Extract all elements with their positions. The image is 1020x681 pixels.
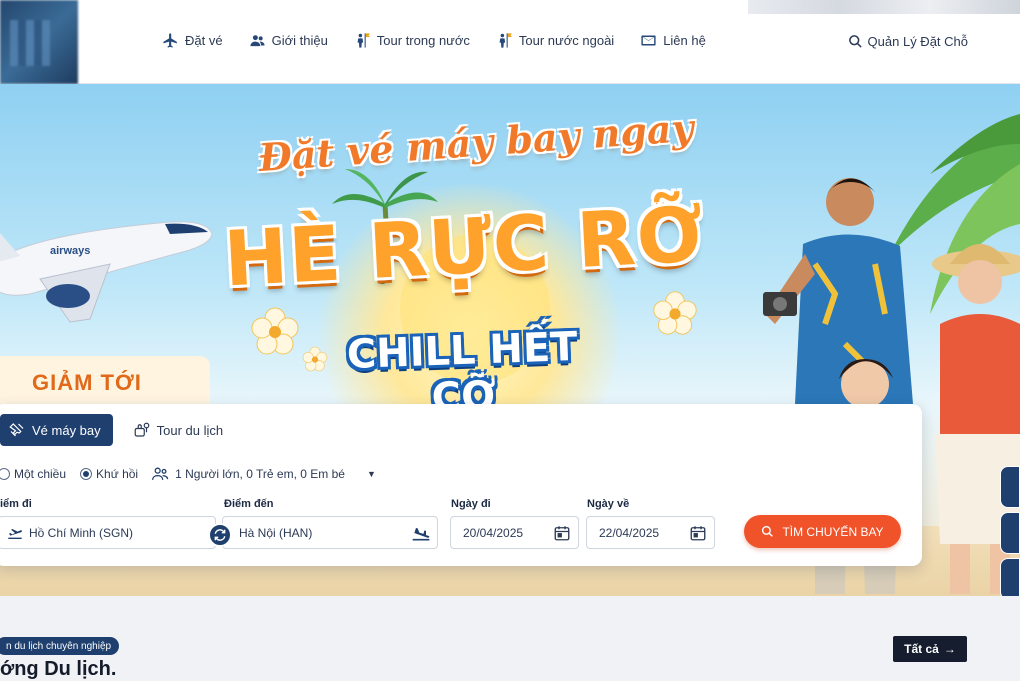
flower-icon bbox=[251, 307, 299, 355]
radio-mot-chieu[interactable]: Một chiều bbox=[0, 467, 66, 481]
nav-item-gioi-thieu[interactable]: Giới thiệu bbox=[249, 32, 328, 49]
depart-date-field[interactable]: 20/04/2025 bbox=[450, 516, 579, 549]
see-all-button[interactable]: Tất cả → bbox=[893, 636, 967, 662]
plane-ticket-icon bbox=[9, 423, 24, 437]
main-nav: Đặt vé Giới thiệu Tour trong nước Tour n… bbox=[162, 32, 706, 49]
to-value: Hà Nội (HAN) bbox=[239, 525, 313, 540]
nav-label: Đặt vé bbox=[185, 33, 223, 48]
radio-button[interactable] bbox=[0, 467, 10, 480]
blurred-browser-area bbox=[748, 0, 1020, 14]
tab-tour-du-lich[interactable]: Tour du lịch bbox=[125, 414, 235, 446]
svg-text:airways: airways bbox=[50, 245, 90, 257]
banner-headline-top: Đặt vé máy bay ngay bbox=[257, 104, 695, 181]
person-flag-icon bbox=[357, 33, 370, 48]
return-value: 22/04/2025 bbox=[599, 525, 660, 540]
flower-icon bbox=[653, 291, 697, 335]
from-field[interactable]: Hồ Chí Minh (SGN) bbox=[0, 516, 216, 549]
nav-label: Tour trong nước bbox=[376, 33, 470, 48]
radio-khu-hoi[interactable]: Khứ hồi bbox=[80, 467, 138, 481]
return-date-field[interactable]: 22/04/2025 bbox=[586, 516, 715, 549]
trip-options: Một chiều Khứ hồi 1 Người lớn, 0 Trẻ em,… bbox=[0, 466, 376, 481]
flight-search-card: Vé máy bay Tour du lịch Một chiều Khứ hồ… bbox=[0, 404, 922, 566]
person-flag-icon bbox=[499, 33, 512, 48]
from-value: Hồ Chí Minh (SGN) bbox=[29, 525, 134, 540]
search-tabs: Vé máy bay Tour du lịch bbox=[0, 414, 235, 446]
search-button-label: TÌM CHUYẾN BAY bbox=[782, 524, 884, 539]
tab-ve-may-bay[interactable]: Vé máy bay bbox=[0, 414, 113, 446]
tab-label: Tour du lịch bbox=[156, 422, 224, 438]
arrow-right-icon: → bbox=[943, 642, 956, 656]
side-tab-1[interactable] bbox=[1000, 466, 1020, 508]
manage-booking-link[interactable]: Quản Lý Đặt Chỗ bbox=[848, 34, 968, 49]
search-flights-button[interactable]: TÌM CHUYẾN BAY bbox=[744, 515, 901, 548]
nav-item-lien-he[interactable]: Liên hệ bbox=[640, 32, 706, 49]
site-header: Đặt vé Giới thiệu Tour trong nước Tour n… bbox=[0, 0, 1020, 84]
tour-icon bbox=[134, 422, 150, 437]
nav-label: Giới thiệu bbox=[271, 33, 328, 48]
radio-button-checked[interactable] bbox=[80, 467, 93, 480]
section-badge: n du lịch chuyên nghiệp bbox=[0, 637, 120, 655]
landing-icon bbox=[412, 528, 430, 541]
calendar-icon bbox=[690, 526, 706, 541]
discount-tag: GIẢM TỚI bbox=[0, 356, 210, 410]
side-tab-3[interactable] bbox=[1000, 558, 1020, 596]
site-logo[interactable] bbox=[0, 0, 78, 84]
mail-icon bbox=[641, 35, 656, 46]
airplane-icon bbox=[163, 33, 177, 48]
nav-label: Tour nước ngoài bbox=[518, 33, 615, 48]
radio-label: Một chiều bbox=[14, 466, 67, 481]
takeoff-icon bbox=[8, 528, 22, 539]
to-label: Điểm đến bbox=[224, 498, 274, 510]
calendar-icon bbox=[554, 526, 570, 541]
see-all-label: Tất cả bbox=[904, 642, 939, 656]
depart-value: 20/04/2025 bbox=[463, 525, 524, 540]
side-floating-tabs bbox=[1000, 466, 1020, 596]
side-tab-2[interactable] bbox=[1000, 512, 1020, 554]
from-label: iểm đi bbox=[0, 498, 32, 510]
discount-label: GIẢM TỚI bbox=[32, 370, 142, 395]
search-icon bbox=[762, 525, 774, 537]
to-field[interactable]: Hà Nội (HAN) bbox=[222, 516, 438, 549]
radio-label: Khứ hồi bbox=[96, 466, 139, 481]
passenger-summary: 1 Người lớn, 0 Trẻ em, 0 Em bé bbox=[175, 466, 345, 481]
search-icon bbox=[848, 35, 862, 48]
people-icon bbox=[152, 467, 169, 480]
swap-route-button[interactable] bbox=[208, 523, 232, 547]
nav-label: Liên hệ bbox=[663, 33, 706, 48]
manage-booking-label: Quản Lý Đặt Chỗ bbox=[867, 34, 968, 49]
banner-headline-main: HÈ RỰC RỠ bbox=[221, 189, 707, 304]
depart-label: Ngày đi bbox=[451, 498, 491, 510]
return-label: Ngày về bbox=[587, 498, 630, 510]
chevron-down-icon: ▼ bbox=[366, 468, 376, 479]
section-title: ớng Du lịch. bbox=[0, 658, 117, 680]
nav-item-dat-ve[interactable]: Đặt vé bbox=[162, 32, 223, 49]
nav-item-tour-trong-nuoc[interactable]: Tour trong nước bbox=[354, 32, 470, 49]
passenger-selector[interactable]: 1 Người lớn, 0 Trẻ em, 0 Em bé ▼ bbox=[152, 466, 376, 481]
airplane-illustration: airways bbox=[0, 221, 213, 323]
nav-item-tour-nuoc-ngoai[interactable]: Tour nước ngoài bbox=[496, 32, 614, 49]
swap-icon bbox=[214, 529, 226, 541]
people-icon bbox=[249, 35, 265, 47]
tab-label: Vé máy bay bbox=[32, 422, 101, 438]
flower-icon bbox=[302, 346, 328, 372]
